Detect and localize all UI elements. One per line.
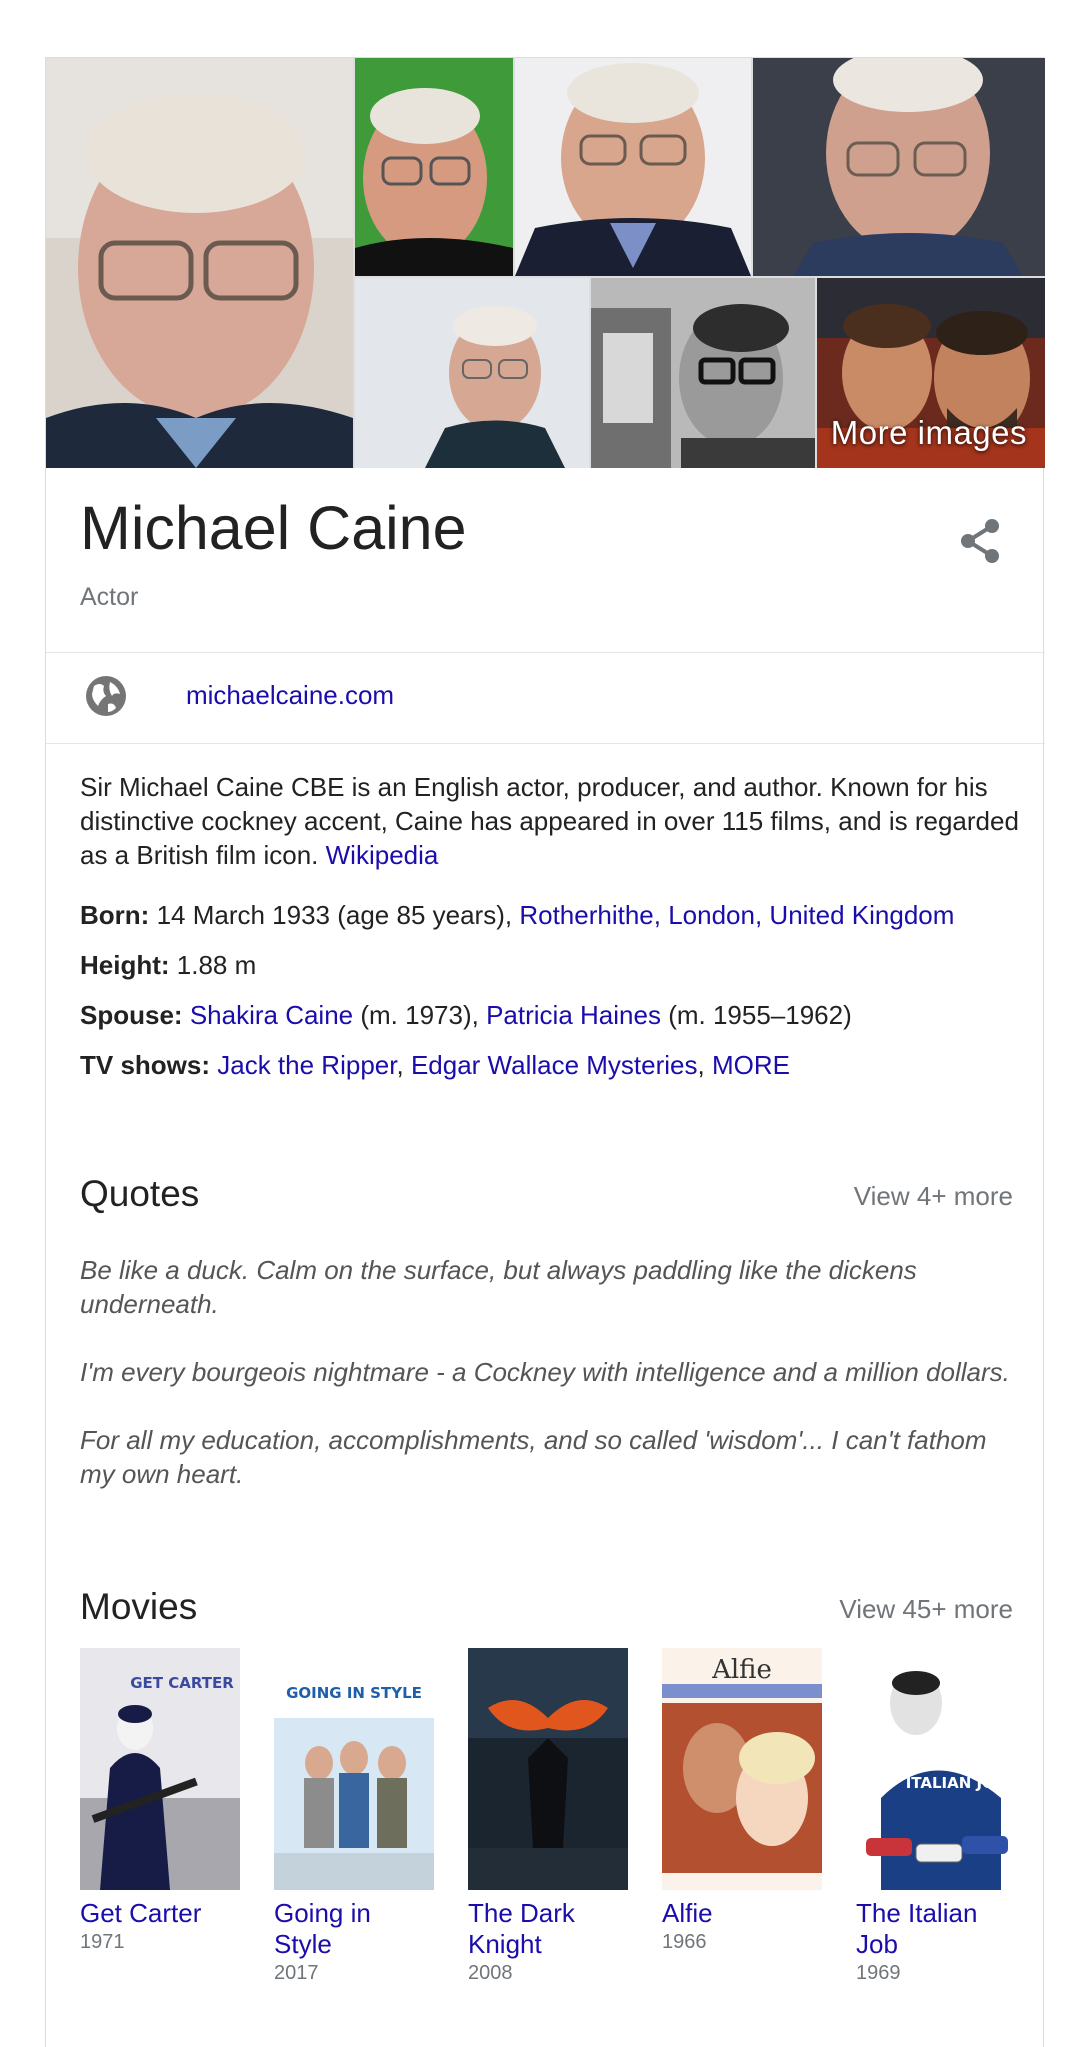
tv-shows-more-link[interactable]: MORE: [712, 1050, 790, 1080]
gallery-image-main[interactable]: [46, 58, 353, 468]
fact-tv-shows: TV shows: Jack the Ripper, Edgar Wallace…: [80, 1048, 1020, 1082]
svg-text:GET CARTER: GET CARTER: [130, 1674, 234, 1692]
movie-title[interactable]: Going in Style: [274, 1898, 434, 1960]
movie-poster: GET CARTER: [80, 1648, 240, 1890]
facts-list: Born: 14 March 1933 (age 85 years), Roth…: [80, 898, 1020, 1098]
gallery-image-2[interactable]: [355, 58, 513, 276]
movie-poster: Alfie: [662, 1648, 822, 1890]
quote-item: Be like a duck. Calm on the surface, but…: [80, 1255, 917, 1319]
tv-show-link[interactable]: Jack the Ripper: [217, 1050, 396, 1080]
quote-item: For all my education, accomplishments, a…: [80, 1425, 987, 1489]
svg-text:GOING IN STYLE: GOING IN STYLE: [286, 1684, 422, 1702]
fact-value: 1.88 m: [176, 950, 257, 980]
movie-card[interactable]: GOING IN STYLE Going in Style 2017: [274, 1648, 434, 1985]
knowledge-panel: More images Michael Caine Actor michaelc…: [45, 57, 1045, 2047]
image-gallery: More images: [46, 58, 1045, 468]
globe-icon: [84, 674, 128, 718]
tv-show-link[interactable]: Edgar Wallace Mysteries: [411, 1050, 698, 1080]
movie-year: 1969: [856, 1962, 901, 1984]
wikipedia-link[interactable]: Wikipedia: [326, 840, 439, 870]
gallery-image-3[interactable]: [515, 58, 751, 276]
fact-height: Height: 1.88 m: [80, 948, 1020, 982]
movies-view-more-link[interactable]: View 45+ more: [839, 1594, 1013, 1625]
title-block: Michael Caine Actor: [80, 498, 467, 612]
fact-born: Born: 14 March 1933 (age 85 years), Roth…: [80, 898, 1020, 932]
spouse-link[interactable]: Patricia Haines: [486, 1000, 661, 1030]
movie-year: 1966: [662, 1931, 707, 1953]
fact-value: (m. 1973),: [360, 1000, 479, 1030]
movie-card[interactable]: GET CARTER Get Carter 1971: [80, 1648, 240, 1954]
quotes-header: Quotes View 4+ more: [80, 1173, 1013, 1215]
share-icon[interactable]: [957, 516, 1003, 566]
spouse-link[interactable]: Shakira Caine: [190, 1000, 353, 1030]
quote-item: I'm every bourgeois nightmare - a Cockne…: [80, 1357, 1010, 1387]
movie-title[interactable]: Get Carter: [80, 1898, 240, 1929]
movie-year: 2017: [274, 1962, 319, 1984]
section-title: Quotes: [80, 1173, 200, 1214]
movie-card[interactable]: Alfie Alfie 1966: [662, 1648, 822, 1954]
fact-label: Spouse:: [80, 1000, 183, 1030]
fact-label: TV shows:: [80, 1050, 211, 1080]
gallery-image-5[interactable]: [355, 278, 589, 468]
movie-poster: [468, 1648, 628, 1890]
fact-value: 14 March 1933 (age 85 years),: [156, 900, 513, 930]
movie-title[interactable]: The Italian Job: [856, 1898, 1016, 1960]
svg-text:ITALIAN JOB: ITALIAN JOB: [906, 1774, 1007, 1792]
fact-label: Born:: [80, 900, 150, 930]
more-images-label[interactable]: More images: [831, 414, 1027, 452]
movie-card[interactable]: The Dark Knight 2008: [468, 1648, 628, 1985]
website-link[interactable]: michaelcaine.com: [186, 680, 394, 711]
movie-year: 2008: [468, 1962, 513, 1984]
fact-value: (m. 1955–1962): [668, 1000, 852, 1030]
movies-header: Movies View 45+ more: [80, 1586, 1013, 1628]
section-title: Movies: [80, 1586, 198, 1627]
description-text: Sir Michael Caine CBE is an English acto…: [80, 772, 1019, 870]
gallery-image-6[interactable]: [591, 278, 815, 468]
svg-text:Alfie: Alfie: [711, 1655, 772, 1685]
gallery-image-4[interactable]: [753, 58, 1045, 276]
birthplace-link[interactable]: Rotherhithe, London, United Kingdom: [519, 900, 954, 930]
description: Sir Michael Caine CBE is an English acto…: [80, 770, 1020, 872]
quotes-view-more-link[interactable]: View 4+ more: [854, 1181, 1013, 1212]
fact-label: Height:: [80, 950, 170, 980]
entity-name: Michael Caine: [80, 494, 467, 562]
movie-title[interactable]: Alfie: [662, 1898, 822, 1929]
separator: ,: [697, 1050, 705, 1080]
movie-card[interactable]: ITALIAN JOB The Italian Job 1969: [856, 1648, 1016, 1985]
divider: [46, 743, 1045, 744]
movie-poster: ITALIAN JOB: [856, 1648, 1016, 1890]
website-row: michaelcaine.com: [46, 652, 1045, 740]
separator: ,: [396, 1050, 404, 1080]
quotes-list: Be like a duck. Calm on the surface, but…: [80, 1253, 1025, 1525]
movie-title[interactable]: The Dark Knight: [468, 1898, 628, 1960]
fact-spouse: Spouse: Shakira Caine (m. 1973), Patrici…: [80, 998, 1020, 1032]
movie-year: 1971: [80, 1931, 125, 1953]
entity-subtitle: Actor: [80, 583, 139, 611]
gallery-image-7[interactable]: More images: [817, 278, 1045, 468]
movie-poster: GOING IN STYLE: [274, 1648, 434, 1890]
